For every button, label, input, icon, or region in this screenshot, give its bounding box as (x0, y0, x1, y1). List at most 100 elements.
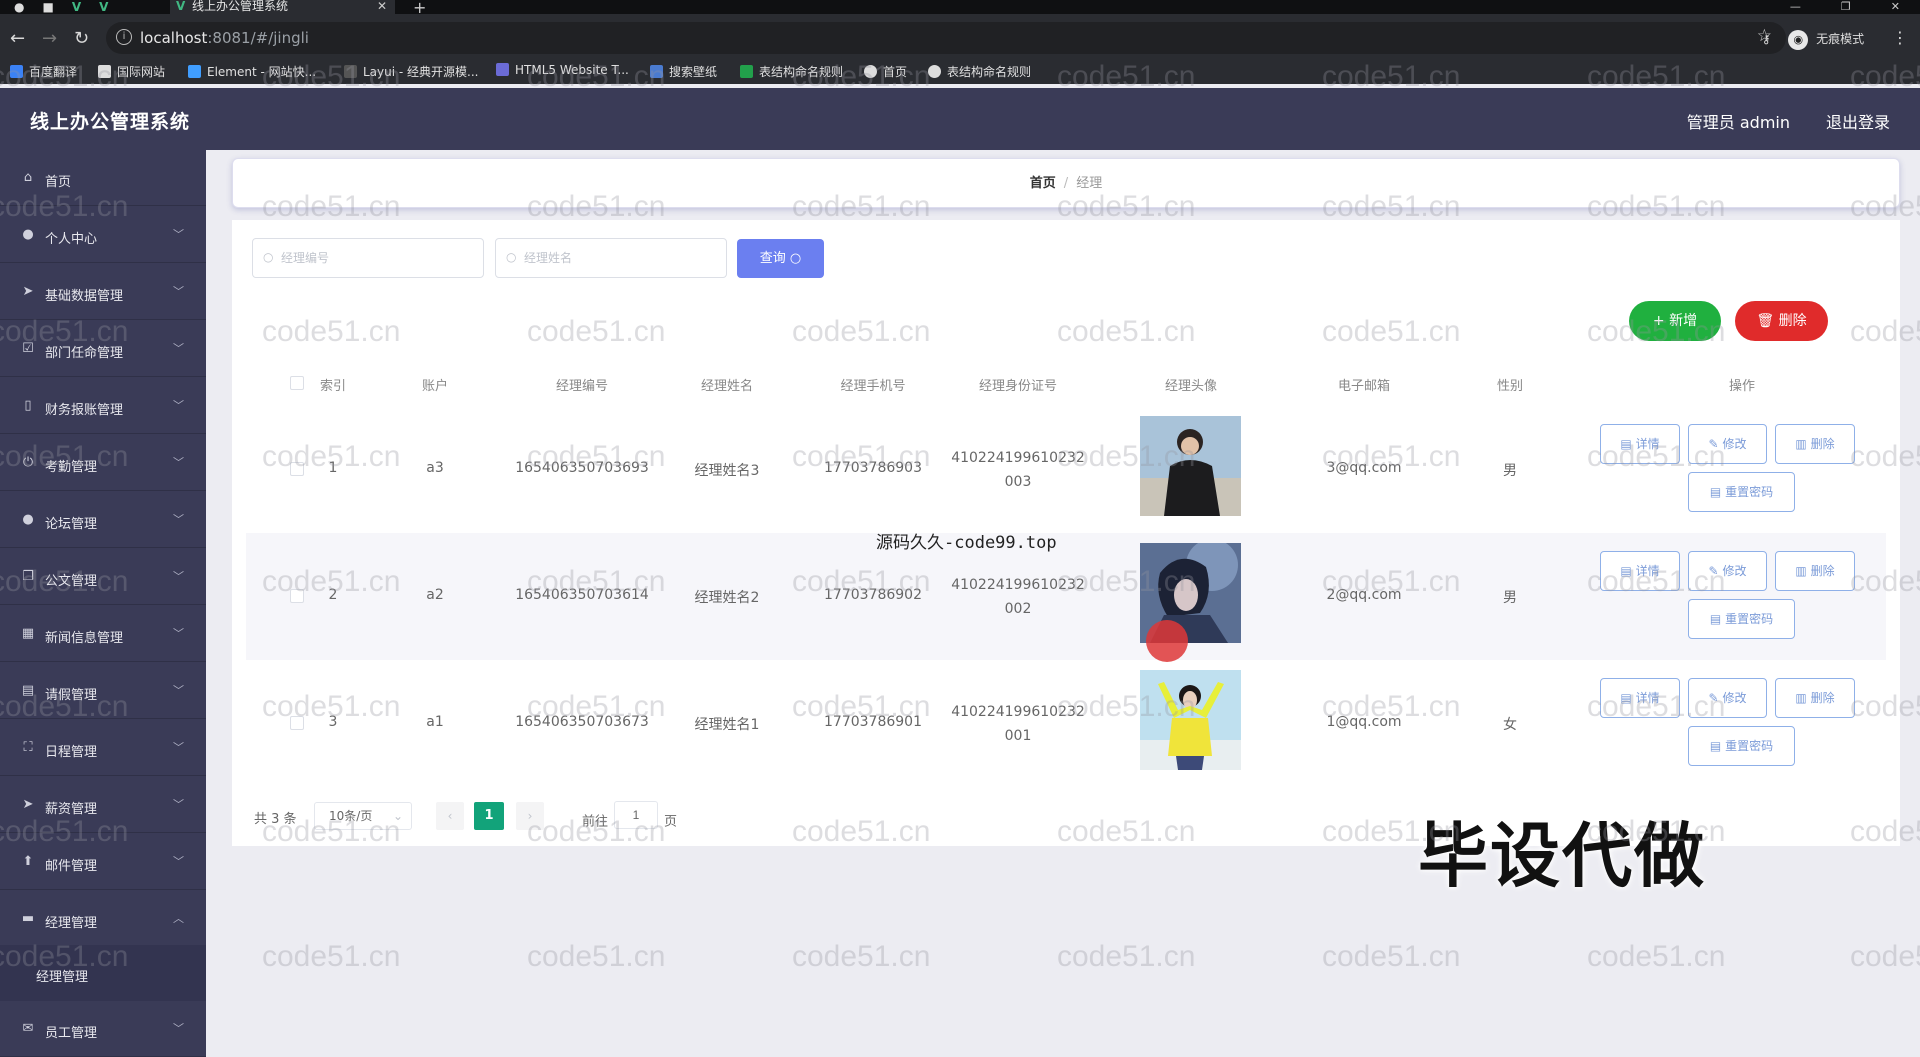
sidebar-item-mail[interactable]: ⬆ 邮件管理 ﹀ (0, 834, 206, 890)
select-all-checkbox[interactable] (290, 376, 304, 390)
edit-button[interactable]: ✎ 修改 (1688, 424, 1767, 464)
frame-icon: ⛶ (23, 740, 33, 755)
cell-manager-name: 经理姓名3 (694, 463, 760, 479)
bookmark-item[interactable]: 表结构命名规则 (740, 63, 843, 80)
manager-name-input[interactable] (524, 248, 714, 268)
col-index: 索引 (319, 379, 347, 394)
edit-button[interactable]: ✎ 修改 (1688, 551, 1767, 591)
col-actions: 操作 (1728, 379, 1756, 394)
user-icon: ● (22, 227, 34, 242)
bookmarks-bar: 百度翻译 国际网站 Element - 网站快... Layui - 经典开源模… (0, 58, 1920, 84)
next-page-button[interactable]: › (516, 802, 544, 830)
col-phone: 经理手机号 (840, 379, 906, 394)
add-button[interactable]: + 新增 (1629, 301, 1721, 341)
detail-button[interactable]: ▤ 详情 (1600, 551, 1680, 591)
home-icon: ⌂ (23, 170, 33, 185)
bookmark-item[interactable]: 表结构命名规则 (928, 63, 1031, 80)
sidebar-item-leave[interactable]: ▤ 请假管理 ﹀ (0, 663, 206, 719)
reload-icon[interactable]: ↻ (74, 28, 89, 49)
col-manager-no: 经理编号 (555, 379, 609, 394)
breadcrumb-current: 经理 (1076, 176, 1103, 191)
page-size-select[interactable]: 10条/页 ⌄ (314, 802, 412, 830)
manager-avatar[interactable] (1140, 416, 1241, 516)
table-row: 3 a1 165406350703673 经理姓名1 17703786901 4… (246, 660, 1886, 787)
pinned-tabs[interactable]: ● ■ V V (14, 0, 126, 14)
batch-delete-button[interactable]: 🗑 删除 (1735, 301, 1828, 341)
search-icon: ○ (789, 251, 802, 266)
browser-tab-active[interactable]: V 线上办公管理系统 ✕ (170, 0, 395, 14)
edit-button[interactable]: ✎ 修改 (1688, 678, 1767, 718)
row-checkbox[interactable] (290, 716, 304, 730)
cell-email: 3@qq.com (1326, 460, 1402, 476)
sidebar-item-finance[interactable]: ▯ 财务报账管理 ﹀ (0, 378, 206, 434)
sidebar-item-basic-data[interactable]: ➤ 基础数据管理 ﹀ (0, 264, 206, 320)
page-number-active[interactable]: 1 (474, 802, 504, 830)
sidebar-item-news[interactable]: ▦ 新闻信息管理 ﹀ (0, 606, 206, 662)
query-button[interactable]: 查询 ○ (737, 239, 824, 278)
logout-link[interactable]: 退出登录 (1826, 109, 1890, 133)
sidebar-item-documents[interactable]: ❐ 公文管理 ﹀ (0, 549, 206, 605)
sidebar-item-department[interactable]: ☑ 部门任命管理 ﹀ (0, 321, 206, 377)
reset-password-button[interactable]: ▤ 重置密码 (1688, 472, 1795, 512)
delete-button[interactable]: ▥ 删除 (1775, 551, 1855, 591)
chevron-up-icon: ︿ (173, 912, 184, 925)
manager-name-search[interactable]: ○ (495, 238, 727, 278)
sidebar-item-forum[interactable]: ● 论坛管理 ﹀ (0, 492, 206, 548)
profile-area[interactable]: ⚷ ◉ 无痕模式 ⋮ (1762, 28, 1908, 50)
address-bar[interactable]: i localhost:8081/#/jingli ☆ (106, 22, 1786, 54)
row-checkbox[interactable] (290, 462, 304, 476)
bookmark-item[interactable]: 首页 (864, 63, 907, 80)
incognito-icon: ◉ (1788, 29, 1809, 50)
bookmark-item[interactable]: Layui - 经典开源模... (344, 63, 478, 80)
bookmark-item[interactable]: HTML5 Website T... (496, 63, 629, 77)
cell-phone: 17703786901 (824, 714, 922, 730)
bookmark-item[interactable]: 搜索壁纸 (650, 63, 717, 80)
prev-page-button[interactable]: ‹ (436, 802, 464, 830)
sidebar-item-schedule[interactable]: ⛶ 日程管理 ﹀ (0, 720, 206, 776)
sidebar-item-salary[interactable]: ➤ 薪资管理 ﹀ (0, 777, 206, 833)
manager-avatar[interactable] (1140, 670, 1241, 770)
detail-button[interactable]: ▤ 详情 (1600, 424, 1680, 464)
manager-no-input[interactable] (281, 248, 471, 268)
send-icon: ➤ (22, 797, 34, 812)
bookmark-item[interactable]: 国际网站 (98, 63, 165, 80)
upload-icon: ⬆ (22, 854, 34, 869)
grid-icon: ▦ (21, 626, 35, 641)
browser-toolbar: ← → ↻ i localhost:8081/#/jingli ☆ ⚷ ◉ 无痕… (0, 14, 1920, 62)
bookmark-item[interactable]: Element - 网站快... (188, 63, 316, 80)
sidebar-item-attendance[interactable]: ⏻ 考勤管理 ﹀ (0, 435, 206, 491)
site-info-icon[interactable]: i (116, 29, 132, 45)
reset-password-button[interactable]: ▤ 重置密码 (1688, 599, 1795, 639)
reset-password-button[interactable]: ▤ 重置密码 (1688, 726, 1795, 766)
sidebar-item-profile[interactable]: ● 个人中心 ﹀ (0, 207, 206, 263)
breadcrumb-home[interactable]: 首页 (1030, 176, 1056, 191)
detail-button[interactable]: ▤ 详情 (1600, 678, 1680, 718)
sidebar-subitem-manager[interactable]: 经理管理 (0, 945, 206, 1001)
manager-no-search[interactable]: ○ (252, 238, 484, 278)
sidebar-item-employee[interactable]: ✉ 员工管理 ﹀ (0, 1001, 206, 1057)
back-arrow-icon[interactable]: ← (10, 28, 25, 49)
document-icon: ▤ (1709, 612, 1722, 626)
copy-icon: ❐ (22, 569, 34, 584)
cell-manager-name: 经理姓名1 (694, 717, 760, 733)
col-avatar: 经理头像 (1164, 379, 1218, 394)
page-jump-input[interactable] (614, 801, 659, 829)
trash-icon: ▤ (21, 683, 35, 698)
close-tab-icon[interactable]: ✕ (377, 0, 387, 12)
document-icon: ▤ (1620, 691, 1632, 705)
more-menu-icon[interactable]: ⋮ (1892, 28, 1908, 47)
window-controls[interactable]: — ❐ ✕ (1750, 0, 1900, 13)
chevron-down-icon: ﹀ (173, 1022, 184, 1035)
row-checkbox[interactable] (290, 589, 304, 603)
profile-label: 无痕模式 (1816, 32, 1865, 46)
sidebar-item-manager[interactable]: ▬ 经理管理 ︿ (0, 891, 206, 947)
chevron-down-icon: ⌄ (392, 809, 403, 823)
delete-button[interactable]: ▥ 删除 (1775, 678, 1855, 718)
delete-button[interactable]: ▥ 删除 (1775, 424, 1855, 464)
sidebar-item-home[interactable]: ⌂ 首页 (0, 150, 206, 206)
key-icon[interactable]: ⚷ (1762, 32, 1771, 46)
forward-arrow-icon[interactable]: → (42, 28, 57, 49)
search-icon: ○ (263, 250, 274, 264)
table-header: 索引 账户 经理编号 经理姓名 经理手机号 经理身份证号 经理头像 电子邮箱 性… (246, 360, 1886, 406)
bookmark-item[interactable]: 百度翻译 (10, 63, 77, 80)
